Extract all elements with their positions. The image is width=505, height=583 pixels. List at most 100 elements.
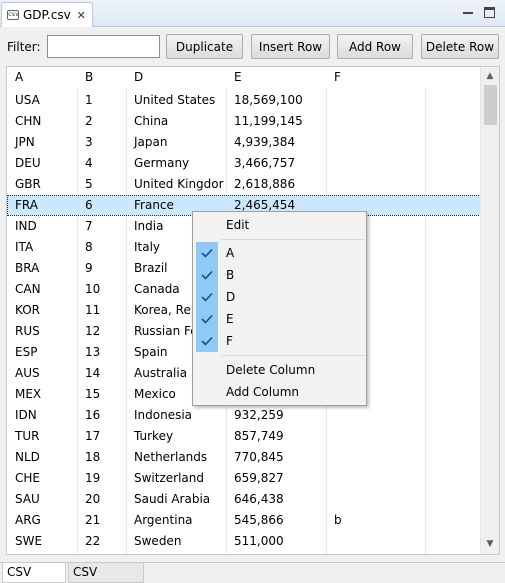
table-cell[interactable]: b — [326, 510, 425, 531]
tab-csv-table[interactable]: CSV Table — [2, 563, 66, 583]
table-cell[interactable]: IND — [7, 216, 77, 237]
table-cell[interactable]: Sweden — [126, 531, 226, 552]
minimize-icon[interactable] — [462, 7, 474, 19]
table-row[interactable]: DEU 4 Germany 3,466,757 — [7, 153, 481, 174]
table-cell[interactable]: DEU — [7, 153, 77, 174]
table-cell[interactable]: 17 — [77, 426, 126, 447]
table-row[interactable]: CHE 19 Switzerland 659,827 — [7, 468, 481, 489]
table-cell[interactable]: 6 — [77, 195, 126, 216]
column-header-b[interactable]: B — [77, 67, 126, 88]
table-cell[interactable]: RUS — [7, 321, 77, 342]
table-cell[interactable]: IDN — [7, 405, 77, 426]
table-row[interactable]: SWE 22 Sweden 511,000 — [7, 531, 481, 552]
table-row[interactable]: IDN 16 Indonesia 932,259 — [7, 405, 481, 426]
table-cell[interactable]: 21 — [77, 510, 126, 531]
table-cell[interactable] — [326, 468, 425, 489]
table-cell[interactable]: FRA — [7, 195, 77, 216]
table-cell[interactable]: 11,199,145 — [226, 111, 326, 132]
menu-item-delete-column[interactable]: Delete Column — [193, 359, 366, 381]
table-cell[interactable] — [326, 174, 425, 195]
table-cell[interactable]: 12 — [77, 321, 126, 342]
table-cell[interactable]: 511,000 — [226, 531, 326, 552]
menu-item-toggle-column[interactable]: A — [193, 242, 366, 264]
table-row[interactable]: GBR 5 United Kingdor 2,618,886 — [7, 174, 481, 195]
table-cell[interactable]: 13 — [77, 342, 126, 363]
column-header-a[interactable]: A — [7, 67, 77, 88]
table-cell[interactable] — [326, 153, 425, 174]
table-row[interactable]: USA 1 United States 18,569,100 — [7, 90, 481, 111]
table-cell[interactable]: 5 — [77, 174, 126, 195]
menu-item-edit[interactable]: Edit — [193, 214, 366, 236]
table-cell[interactable] — [326, 132, 425, 153]
scroll-down-icon[interactable]: ▼ — [486, 540, 494, 549]
table-row[interactable]: SAU 20 Saudi Arabia 646,438 — [7, 489, 481, 510]
menu-item-toggle-column[interactable]: D — [193, 286, 366, 308]
table-cell[interactable]: Switzerland — [126, 468, 226, 489]
table-cell[interactable]: 7 — [77, 216, 126, 237]
menu-item-toggle-column[interactable]: E — [193, 308, 366, 330]
editor-tab-gdp-csv[interactable]: csv GDP.csv ✕ — [1, 2, 93, 27]
table-cell[interactable]: BRA — [7, 258, 77, 279]
table-cell[interactable]: AUS — [7, 363, 77, 384]
delete-row-button[interactable]: Delete Row — [421, 34, 499, 59]
table-cell[interactable]: 8 — [77, 237, 126, 258]
filter-input[interactable] — [47, 35, 160, 58]
table-cell[interactable]: KOR — [7, 300, 77, 321]
duplicate-button[interactable]: Duplicate — [166, 34, 243, 59]
table-cell[interactable]: TUR — [7, 426, 77, 447]
table-cell[interactable]: Germany — [126, 153, 226, 174]
table-row[interactable]: JPN 3 Japan 4,939,384 — [7, 132, 481, 153]
insert-row-button[interactable]: Insert Row — [251, 34, 330, 59]
table-cell[interactable]: 10 — [77, 279, 126, 300]
maximize-icon[interactable] — [484, 7, 495, 18]
table-cell[interactable]: 18 — [77, 447, 126, 468]
table-cell[interactable] — [326, 426, 425, 447]
table-cell[interactable]: SWE — [7, 531, 77, 552]
table-cell[interactable]: 9 — [77, 258, 126, 279]
table-cell[interactable]: ESP — [7, 342, 77, 363]
vertical-scrollbar[interactable]: ▲ ▼ — [480, 67, 499, 554]
table-cell[interactable]: 20 — [77, 489, 126, 510]
menu-item-toggle-column[interactable]: B — [193, 264, 366, 286]
table-cell[interactable]: SAU — [7, 489, 77, 510]
table-cell[interactable]: 646,438 — [226, 489, 326, 510]
table-cell[interactable]: 4,939,384 — [226, 132, 326, 153]
table-cell[interactable]: 857,749 — [226, 426, 326, 447]
table-cell[interactable]: JPN — [7, 132, 77, 153]
table-cell[interactable]: GBR — [7, 174, 77, 195]
table-cell[interactable]: CAN — [7, 279, 77, 300]
column-header-f[interactable]: F — [326, 67, 425, 88]
column-header-d[interactable]: D — [126, 67, 226, 88]
table-cell[interactable]: 22 — [77, 531, 126, 552]
table-row[interactable]: TUR 17 Turkey 857,749 — [7, 426, 481, 447]
table-cell[interactable]: Netherlands — [126, 447, 226, 468]
table-cell[interactable]: 3 — [77, 132, 126, 153]
table-row[interactable]: CHN 2 China 11,199,145 — [7, 111, 481, 132]
table-cell[interactable]: 2 — [77, 111, 126, 132]
table-cell[interactable] — [326, 489, 425, 510]
table-cell[interactable]: Turkey — [126, 426, 226, 447]
scrollbar-thumb[interactable] — [484, 85, 497, 125]
table-cell[interactable]: ITA — [7, 237, 77, 258]
table-cell[interactable]: United States — [126, 90, 226, 111]
table-cell[interactable]: China — [126, 111, 226, 132]
table-cell[interactable] — [326, 90, 425, 111]
table-cell[interactable] — [326, 447, 425, 468]
table-row[interactable]: NLD 18 Netherlands 770,845 — [7, 447, 481, 468]
table-cell[interactable] — [326, 111, 425, 132]
table-cell[interactable]: 15 — [77, 384, 126, 405]
table-cell[interactable]: 1 — [77, 90, 126, 111]
column-header-e[interactable]: E — [226, 67, 326, 88]
table-cell[interactable]: 19 — [77, 468, 126, 489]
table-cell[interactable]: 2,618,886 — [226, 174, 326, 195]
table-cell[interactable]: 770,845 — [226, 447, 326, 468]
table-cell[interactable]: 659,827 — [226, 468, 326, 489]
table-cell[interactable]: Saudi Arabia — [126, 489, 226, 510]
table-cell[interactable]: 18,569,100 — [226, 90, 326, 111]
table-cell[interactable]: MEX — [7, 384, 77, 405]
table-cell[interactable] — [326, 531, 425, 552]
table-cell[interactable]: 4 — [77, 153, 126, 174]
menu-item-add-column[interactable]: Add Column — [193, 381, 366, 403]
table-row[interactable]: ARG 21 Argentina 545,866 b — [7, 510, 481, 531]
table-cell[interactable]: 932,259 — [226, 405, 326, 426]
